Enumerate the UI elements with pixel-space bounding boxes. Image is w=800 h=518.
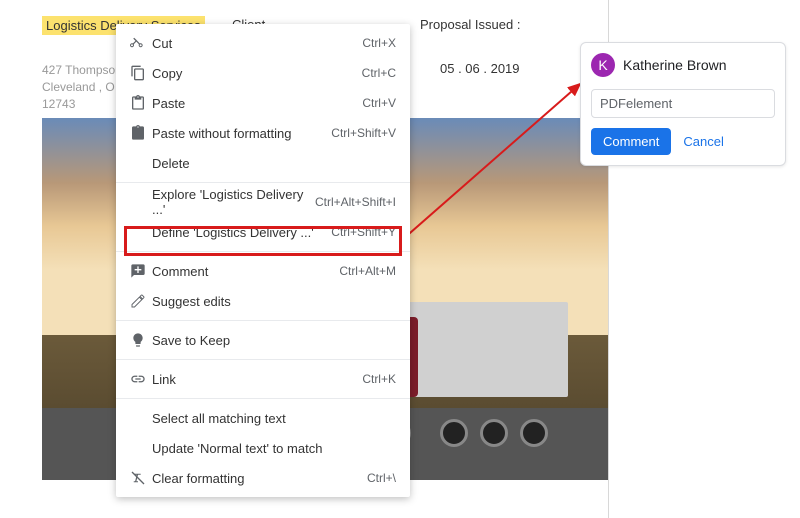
- menu-delete[interactable]: Delete: [116, 148, 410, 178]
- menu-divider: [116, 359, 410, 360]
- comment-button[interactable]: Comment: [591, 128, 671, 155]
- menu-shortcut: Ctrl+Alt+M: [339, 264, 396, 278]
- paste-icon: [130, 95, 152, 111]
- menu-shortcut: Ctrl+Shift+V: [331, 126, 396, 140]
- menu-shortcut: Ctrl+C: [362, 66, 396, 80]
- menu-label: Comment: [152, 264, 339, 279]
- author-name: Katherine Brown: [623, 57, 727, 73]
- menu-label: Explore 'Logistics Delivery ...': [152, 187, 315, 217]
- menu-label: Link: [152, 372, 362, 387]
- address-line: Cleveland , O: [42, 79, 122, 96]
- address-line: 12743: [42, 96, 122, 113]
- comment-add-icon: [130, 263, 152, 279]
- context-menu: Cut Ctrl+X Copy Ctrl+C Paste Ctrl+V Past…: [116, 24, 410, 497]
- annotation-arrow: [402, 80, 602, 260]
- menu-shortcut: Ctrl+Alt+Shift+I: [315, 195, 396, 209]
- menu-suggest[interactable]: Suggest edits: [116, 286, 410, 316]
- menu-clear-formatting[interactable]: Clear formatting Ctrl+\: [116, 463, 410, 493]
- menu-label: Clear formatting: [152, 471, 367, 486]
- menu-divider: [116, 398, 410, 399]
- clear-format-icon: [130, 470, 152, 486]
- menu-shortcut: Ctrl+Shift+Y: [331, 225, 396, 239]
- menu-divider: [116, 251, 410, 252]
- menu-label: Update 'Normal text' to match: [152, 441, 396, 456]
- avatar: K: [591, 53, 615, 77]
- menu-link[interactable]: Link Ctrl+K: [116, 364, 410, 394]
- menu-label: Cut: [152, 36, 362, 51]
- menu-divider: [116, 320, 410, 321]
- menu-paste[interactable]: Paste Ctrl+V: [116, 88, 410, 118]
- menu-label: Suggest edits: [152, 294, 396, 309]
- menu-shortcut: Ctrl+K: [362, 372, 396, 386]
- menu-label: Paste without formatting: [152, 126, 331, 141]
- proposal-label: Proposal Issued :: [420, 17, 520, 32]
- menu-shortcut: Ctrl+\: [367, 471, 396, 485]
- menu-label: Select all matching text: [152, 411, 396, 426]
- cancel-button[interactable]: Cancel: [679, 128, 727, 155]
- menu-copy[interactable]: Copy Ctrl+C: [116, 58, 410, 88]
- menu-update-normal[interactable]: Update 'Normal text' to match: [116, 433, 410, 463]
- menu-cut[interactable]: Cut Ctrl+X: [116, 28, 410, 58]
- menu-label: Copy: [152, 66, 362, 81]
- paste-plain-icon: [130, 125, 152, 141]
- link-icon: [130, 371, 152, 387]
- keep-icon: [130, 332, 152, 348]
- address-block: 427 Thompson Cleveland , O 12743: [42, 62, 122, 112]
- menu-shortcut: Ctrl+V: [362, 96, 396, 110]
- menu-comment[interactable]: Comment Ctrl+Alt+M: [116, 256, 410, 286]
- comment-input[interactable]: [591, 89, 775, 118]
- menu-shortcut: Ctrl+X: [362, 36, 396, 50]
- menu-explore[interactable]: Explore 'Logistics Delivery ...' Ctrl+Al…: [116, 187, 410, 217]
- cut-icon: [130, 35, 152, 51]
- menu-paste-no-fmt[interactable]: Paste without formatting Ctrl+Shift+V: [116, 118, 410, 148]
- copy-icon: [130, 65, 152, 81]
- menu-define[interactable]: Define 'Logistics Delivery ...' Ctrl+Shi…: [116, 217, 410, 247]
- suggest-icon: [130, 293, 152, 309]
- menu-label: Define 'Logistics Delivery ...': [152, 225, 331, 240]
- comment-header: K Katherine Brown: [591, 53, 775, 77]
- comment-actions: Comment Cancel: [591, 128, 775, 155]
- menu-label: Save to Keep: [152, 333, 396, 348]
- comment-popup: K Katherine Brown Comment Cancel: [580, 42, 786, 166]
- menu-label: Paste: [152, 96, 362, 111]
- proposal-date: 05 . 06 . 2019: [440, 61, 520, 76]
- menu-divider: [116, 182, 410, 183]
- menu-label: Delete: [152, 156, 396, 171]
- menu-select-matching[interactable]: Select all matching text: [116, 403, 410, 433]
- menu-keep[interactable]: Save to Keep: [116, 325, 410, 355]
- address-line: 427 Thompson: [42, 62, 122, 79]
